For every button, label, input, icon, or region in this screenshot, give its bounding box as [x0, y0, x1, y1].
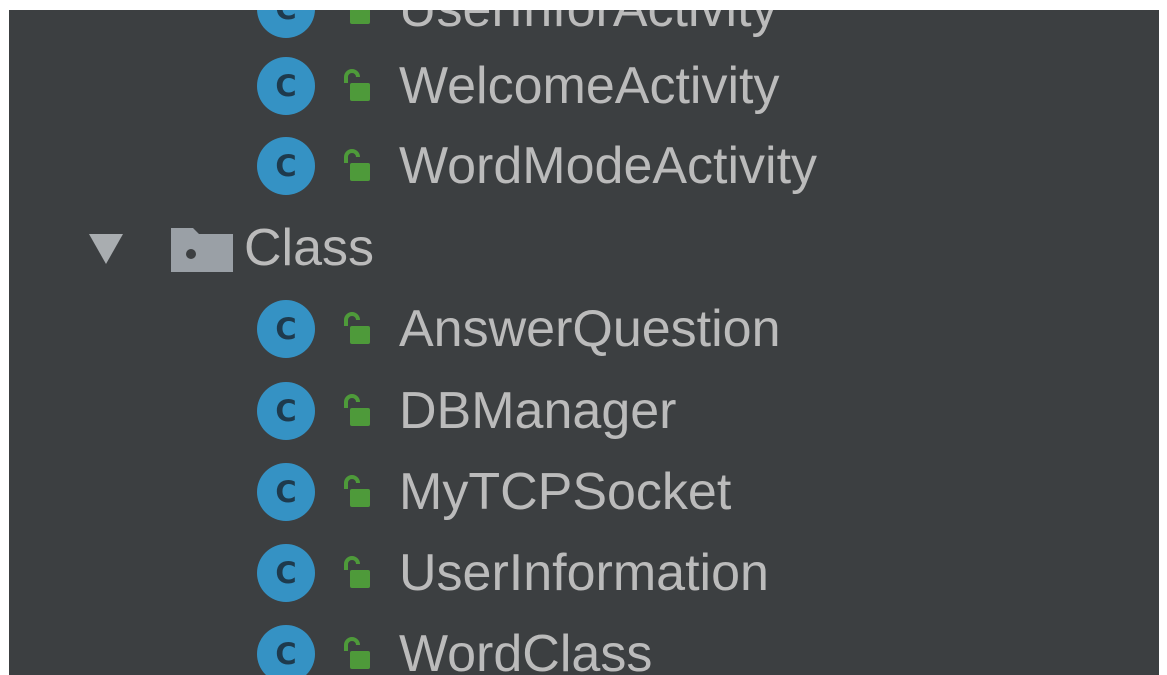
class-icon: C	[257, 625, 315, 675]
expand-arrow-icon[interactable]	[89, 234, 123, 264]
tree-item-class[interactable]: C MyTCPSocket	[9, 463, 1159, 543]
tree-item-label: AnswerQuestion	[399, 300, 781, 358]
class-icon: C	[257, 463, 315, 521]
tree-item-class[interactable]: C WelcomeActivity	[9, 57, 1159, 137]
package-folder-icon	[171, 228, 233, 272]
project-tree-panel: C UserInforActivity C WelcomeActivity C …	[9, 10, 1159, 675]
tree-folder-class[interactable]: Class	[9, 218, 1159, 298]
tree-item-label: UserInformation	[399, 544, 769, 602]
tree-item-label: UserInforActivity	[399, 10, 778, 38]
tree-item-class[interactable]: C UserInforActivity	[9, 10, 1159, 50]
class-icon: C	[257, 10, 315, 38]
class-icon: C	[257, 382, 315, 440]
public-lock-icon	[350, 10, 370, 24]
class-icon: C	[257, 137, 315, 195]
class-icon: C	[257, 300, 315, 358]
public-lock-icon	[344, 69, 370, 101]
tree-item-label: WelcomeActivity	[399, 57, 780, 115]
tree-item-class[interactable]: C WordModeActivity	[9, 137, 1159, 217]
tree-item-label: MyTCPSocket	[399, 463, 732, 521]
public-lock-icon	[344, 637, 370, 669]
public-lock-icon	[344, 312, 370, 344]
folder-label: Class	[244, 219, 375, 277]
class-icon: C	[257, 544, 315, 602]
class-icon: C	[257, 57, 315, 115]
tree-item-class[interactable]: C WordClass	[9, 625, 1159, 675]
public-lock-icon	[344, 556, 370, 588]
public-lock-icon	[344, 394, 370, 426]
tree-item-class[interactable]: C AnswerQuestion	[9, 300, 1159, 380]
tree-item-class[interactable]: C DBManager	[9, 382, 1159, 462]
public-lock-icon	[344, 149, 370, 181]
tree-item-label: WordClass	[399, 625, 653, 675]
public-lock-icon	[344, 475, 370, 507]
tree-item-class[interactable]: C UserInformation	[9, 544, 1159, 624]
tree-item-label: DBManager	[399, 382, 677, 440]
tree-item-label: WordModeActivity	[399, 137, 818, 195]
